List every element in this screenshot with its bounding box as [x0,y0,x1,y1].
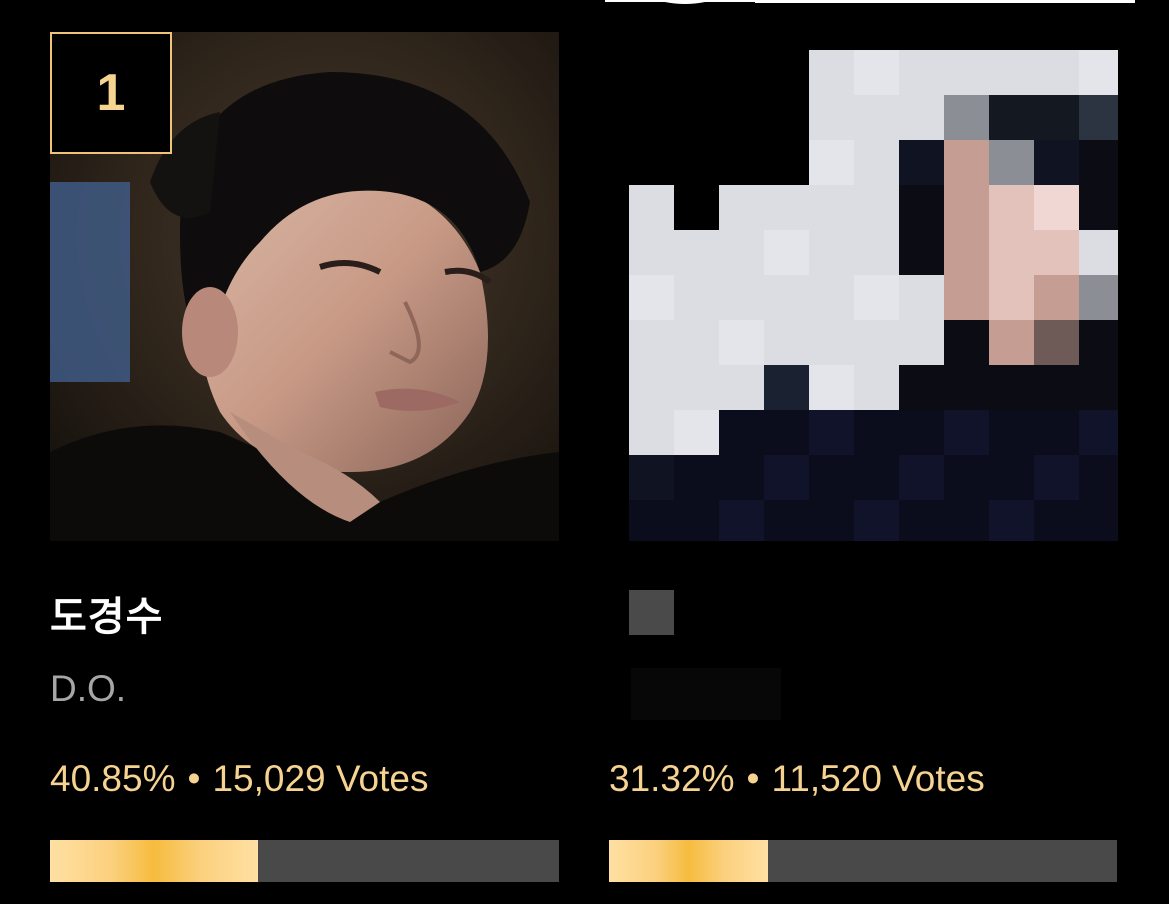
vote-count: 15,029 Votes [212,758,429,799]
vote-progress-fill [50,840,258,882]
candidate-photo[interactable] [609,32,1118,541]
candidate-card[interactable]: 31.32% • 11,520 Votes [609,32,1118,882]
vote-progress-fill [609,840,769,882]
redacted-name-block [629,590,674,635]
top-divider [755,0,1135,3]
pixelated-portrait-icon [629,50,1118,541]
rank-badge: 1 [50,32,172,154]
vote-progress-bar [609,840,1117,882]
candidate-card[interactable]: 1 도경수 D.O. 40.85% • 15,029 Votes [50,32,559,882]
vote-count: 11,520 Votes [771,758,985,799]
vote-progress-bar [50,840,559,882]
redacted-subname-block [631,668,781,720]
stats-separator: • [187,758,201,799]
vote-stats: 31.32% • 11,520 Votes [609,758,985,800]
vote-percent: 40.85% [50,758,176,799]
vote-stats: 40.85% • 15,029 Votes [50,758,429,800]
candidate-photo[interactable]: 1 [50,32,559,541]
candidate-name: 도경수 [50,595,164,639]
stats-separator: • [746,758,760,799]
candidate-subname: D.O. [50,668,127,709]
vote-percent: 31.32% [609,758,735,799]
top-decoration [605,0,755,4]
